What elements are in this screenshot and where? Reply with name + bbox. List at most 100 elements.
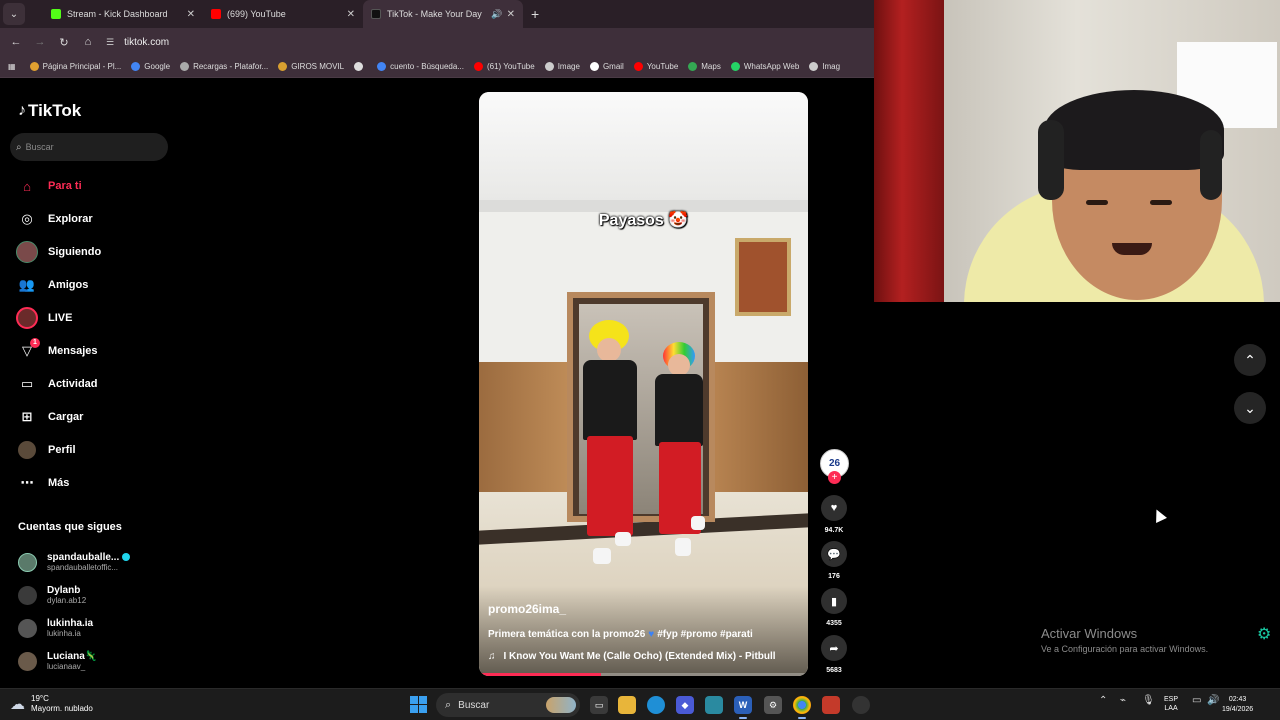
bookmark-item[interactable]: (61) YouTube (473, 62, 535, 71)
url-field[interactable]: tiktok.com (124, 37, 169, 48)
bookmark-item[interactable] (354, 62, 367, 71)
bookmark-item[interactable]: Gmail (589, 62, 624, 71)
tab-kick[interactable]: Stream - Kick Dashboard ✕ (43, 0, 203, 28)
followed-account[interactable]: spandauballe... spandauballetoffic... (18, 552, 131, 572)
chevron-down-icon: ⌄ (1244, 399, 1256, 416)
share-button[interactable]: ➦ (821, 635, 847, 661)
bookmark-item[interactable]: Recargas - Platafor... (180, 62, 268, 71)
bookmark-label: YouTube (646, 62, 679, 71)
bookmark-item[interactable]: Imag (809, 62, 840, 71)
search-input[interactable]: ⌕ Buscar (10, 133, 168, 161)
video-scene-ceiling (479, 92, 808, 202)
nav-item-para-ti[interactable]: ⌂ Para ti (16, 173, 82, 199)
site-info-icon[interactable]: ☰ (106, 37, 114, 48)
nav-item-mas[interactable]: ⋯ Más (16, 470, 70, 496)
file-explorer-icon[interactable] (618, 696, 636, 714)
chrome-icon[interactable] (793, 696, 811, 719)
nav-item-cargar[interactable]: ⊞ Cargar (16, 404, 84, 430)
microphone-icon[interactable]: 🎙 (1142, 695, 1155, 706)
photos-icon[interactable] (705, 696, 723, 714)
reload-icon[interactable]: ↻ (52, 36, 76, 49)
save-button[interactable]: ▮ (821, 588, 847, 614)
task-view-icon[interactable]: ▭ (590, 696, 608, 714)
tray-chevron-icon[interactable]: ⌃ (1099, 695, 1107, 706)
bookmark-item[interactable]: WhatsApp Web (730, 62, 799, 71)
apps-grid-icon[interactable]: ▦ (8, 62, 16, 71)
network-off-icon[interactable]: ⌁ (1120, 695, 1126, 706)
account-name: Luciana🦎 (47, 651, 98, 662)
nav-item-amigos[interactable]: 👥 Amigos (16, 272, 88, 298)
close-tab-icon[interactable]: ✕ (507, 9, 515, 20)
share-count: 5683 (826, 667, 842, 674)
home-icon[interactable]: ⌂ (76, 36, 100, 48)
bookmark-item[interactable]: Maps (688, 62, 721, 71)
tab-youtube[interactable]: (699) YouTube ✕ (203, 0, 363, 28)
back-icon[interactable]: ← (4, 36, 28, 48)
bookmark-item[interactable]: GIROS MOVIL (278, 62, 344, 71)
bookmark-item[interactable]: cuento - Búsqueda... (377, 62, 464, 71)
description-text: Primera temática con la promo26 (488, 629, 646, 640)
audio-playing-icon[interactable]: 🔊 (491, 9, 502, 20)
weather-widget[interactable]: ☁ 19°C Mayorm. nublado (10, 694, 93, 714)
nav-item-mensajes[interactable]: ▽ 1 Mensajes (16, 338, 98, 364)
following-avatar-icon (16, 241, 38, 263)
bookmark-icon: ▮ (830, 595, 838, 608)
tab-tiktok[interactable]: TikTok - Make Your Day 🔊 ✕ (363, 0, 523, 28)
nav-item-live[interactable]: LIVE (16, 305, 72, 331)
nav-item-siguiendo[interactable]: Siguiendo (16, 239, 101, 265)
edge-icon[interactable] (647, 696, 665, 714)
word-icon[interactable]: W (734, 696, 752, 719)
creator-avatar-text: 26 (828, 458, 841, 469)
vscode-icon[interactable]: ◆ (676, 696, 694, 714)
system-clock[interactable]: 02:43 19/4/2026 (1222, 695, 1253, 715)
clock-date: 19/4/2026 (1222, 706, 1254, 713)
new-tab-button[interactable]: + (531, 6, 539, 22)
language-indicator[interactable]: ESP LAA (1164, 695, 1178, 713)
previous-video-button[interactable]: ⌃ (1234, 344, 1266, 376)
compass-icon: ◎ (21, 211, 33, 226)
account-handle: lukinha.ia (47, 629, 81, 638)
tiktok-logo[interactable]: ♪ TikTok (18, 101, 81, 121)
taskbar-search[interactable]: ⌕ Buscar (436, 693, 580, 717)
webcam-headset (1038, 120, 1064, 200)
tab-list-button[interactable]: ⌄ (3, 3, 25, 25)
followed-account[interactable]: lukinha.ia lukinha.ia (18, 618, 93, 638)
bookmark-item[interactable]: Image (544, 62, 580, 71)
activate-windows-watermark: Activar Windows Ve a Configuración para … (1041, 626, 1208, 654)
bookmark-label: cuento - Búsqueda... (390, 62, 464, 71)
start-button[interactable] (410, 696, 427, 713)
video-player[interactable]: Payasos 🤡 promo26ima_ Primera temática c… (479, 92, 808, 676)
video-progress-bar[interactable] (479, 673, 808, 676)
gear-icon[interactable]: ⚙ (1257, 624, 1271, 644)
nav-item-explorar[interactable]: ◎ Explorar (16, 206, 92, 232)
media-app-icon[interactable] (822, 696, 840, 714)
display-icon[interactable]: ▭ (1192, 695, 1201, 706)
tiktok-favicon-icon (371, 9, 381, 19)
comment-button[interactable]: 💬 (821, 541, 847, 567)
search-highlight-art (546, 697, 576, 713)
settings-icon[interactable]: ⚙ (764, 696, 782, 714)
bookmark-item[interactable]: Página Principal - Pl... (29, 62, 121, 71)
like-button[interactable]: ♥ (821, 495, 847, 521)
close-tab-icon[interactable]: ✕ (347, 9, 355, 20)
bookmark-list: Página Principal - Pl... Google Recargas -… (29, 62, 851, 71)
webcam-headset (1200, 130, 1222, 200)
nav-item-actividad[interactable]: ▭ Actividad (16, 371, 98, 397)
followed-account[interactable]: Dylanb dylan.ab12 (18, 585, 86, 605)
followed-account[interactable]: Luciana🦎 lucianaav_ (18, 651, 97, 671)
hashtags[interactable]: #fyp #promo #parati (657, 629, 753, 640)
follow-creator-button[interactable]: + (828, 471, 841, 484)
nav-item-perfil[interactable]: Perfil (16, 437, 76, 463)
close-tab-icon[interactable]: ✕ (187, 9, 195, 20)
video-username[interactable]: promo26ima_ (488, 602, 566, 616)
bookmark-item[interactable]: YouTube (633, 62, 679, 71)
obs-icon[interactable] (852, 696, 870, 714)
bookmark-favicon-icon (589, 62, 599, 71)
bookmark-item[interactable]: Google (131, 62, 170, 71)
forward-icon[interactable]: → (28, 36, 52, 48)
video-music[interactable]: ♫ I Know You Want Me (Calle Ocho) (Extend… (488, 651, 776, 662)
nav-label: Mensajes (48, 345, 98, 357)
next-video-button[interactable]: ⌄ (1234, 392, 1266, 424)
nav-label: LIVE (48, 312, 73, 324)
volume-icon[interactable]: 🔊 (1207, 695, 1219, 706)
